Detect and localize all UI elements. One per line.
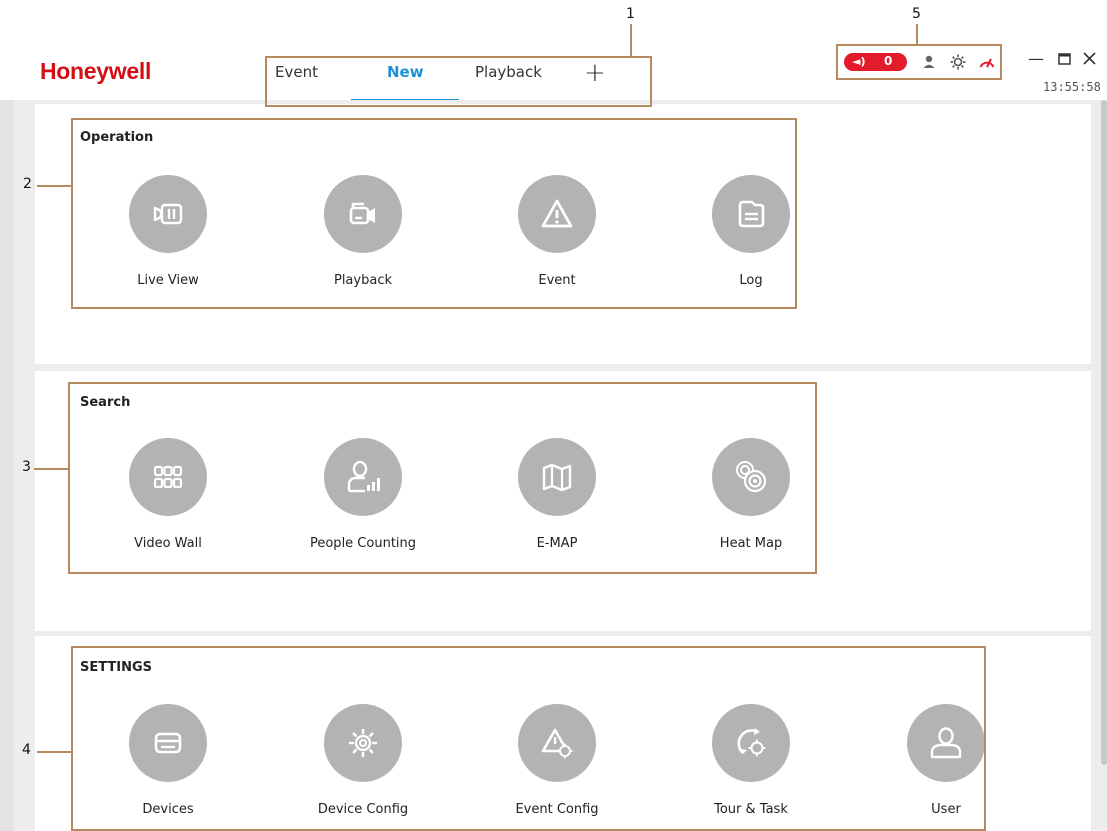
tile-log[interactable]: Log [691, 175, 811, 288]
heat-map-icon [712, 438, 790, 516]
maximize-icon[interactable] [1058, 53, 1071, 65]
operation-panel: Operation Live View Playback Event Log [35, 104, 1091, 364]
annotation-label-1: 1 [626, 6, 635, 22]
event-config-icon [518, 704, 596, 782]
add-tab-button[interactable]: + [584, 58, 606, 88]
search-panel: Search Video Wall People Counting E-MAP … [35, 371, 1091, 631]
annotation-leader [916, 24, 918, 44]
app-header: Honeywell Event New Playback + ◄) 0 — 13… [0, 0, 1107, 101]
speaker-icon: ◄) [852, 55, 866, 68]
annotation-leader [34, 468, 68, 470]
tile-playback[interactable]: Playback [303, 175, 423, 288]
tile-event-config[interactable]: Event Config [497, 704, 617, 817]
tile-label: Devices [142, 802, 194, 817]
tab-playback[interactable]: Playback [475, 63, 542, 81]
tile-label: Heat Map [719, 536, 783, 551]
tile-label: Event [538, 273, 576, 288]
close-icon[interactable] [1083, 52, 1096, 65]
alarm-count: 0 [884, 54, 893, 68]
live-view-icon [129, 175, 207, 253]
tile-devices[interactable]: Devices [108, 704, 228, 817]
annotation-label-4: 4 [22, 742, 31, 758]
settings-panel: SETTINGS Devices Device Config Event Con… [35, 636, 1091, 831]
annotation-label-2: 2 [23, 176, 32, 192]
tab-event[interactable]: Event [275, 63, 318, 81]
left-edge-strip [0, 100, 14, 831]
map-icon [518, 438, 596, 516]
people-counting-icon [324, 438, 402, 516]
tile-tour-task[interactable]: Tour & Task [691, 704, 811, 817]
event-warning-icon [518, 175, 596, 253]
performance-gauge-icon[interactable] [978, 53, 996, 71]
annotation-leader [37, 185, 71, 187]
tile-label: People Counting [309, 536, 417, 551]
section-title-operation: Operation [80, 130, 154, 145]
device-config-gear-icon [324, 704, 402, 782]
clock: 13:55:58 [1043, 80, 1101, 94]
tile-live-view[interactable]: Live View [108, 175, 228, 288]
tile-label: Live View [137, 273, 199, 288]
section-title-settings: SETTINGS [80, 660, 153, 675]
tile-people-counting[interactable]: People Counting [303, 438, 423, 551]
tile-label: Event Config [515, 802, 599, 817]
tile-label: Video Wall [134, 536, 202, 551]
tab-new[interactable]: New [387, 63, 424, 81]
annotation-label-3: 3 [22, 459, 31, 475]
section-title-search: Search [80, 395, 131, 410]
tile-label: Playback [333, 273, 392, 288]
devices-icon [129, 704, 207, 782]
video-wall-icon [129, 438, 207, 516]
user-icon[interactable] [920, 53, 938, 71]
tile-event[interactable]: Event [497, 175, 617, 288]
tile-e-map[interactable]: E-MAP [497, 438, 617, 551]
tile-label: User [931, 802, 961, 817]
tile-user[interactable]: User [886, 704, 1006, 817]
vertical-scrollbar[interactable] [1101, 100, 1107, 765]
annotation-leader [630, 24, 632, 56]
tour-task-icon [712, 704, 790, 782]
tile-label: Device Config [317, 802, 409, 817]
status-toolbar: ◄) 0 [836, 44, 1002, 80]
annotation-label-5: 5 [912, 6, 921, 22]
tile-label: Tour & Task [714, 802, 788, 817]
tile-video-wall[interactable]: Video Wall [108, 438, 228, 551]
alarm-counter-button[interactable]: ◄) 0 [844, 53, 907, 71]
minimize-icon[interactable]: — [1028, 49, 1044, 68]
tile-heat-map[interactable]: Heat Map [691, 438, 811, 551]
tile-label: E-MAP [536, 536, 578, 551]
tile-label: Log [739, 273, 763, 288]
tile-device-config[interactable]: Device Config [303, 704, 423, 817]
honeywell-logo: Honeywell [40, 58, 152, 84]
playback-camera-icon [324, 175, 402, 253]
settings-gear-icon[interactable] [949, 53, 967, 71]
annotation-leader [37, 751, 71, 753]
user-profile-icon [907, 704, 985, 782]
log-document-icon [712, 175, 790, 253]
